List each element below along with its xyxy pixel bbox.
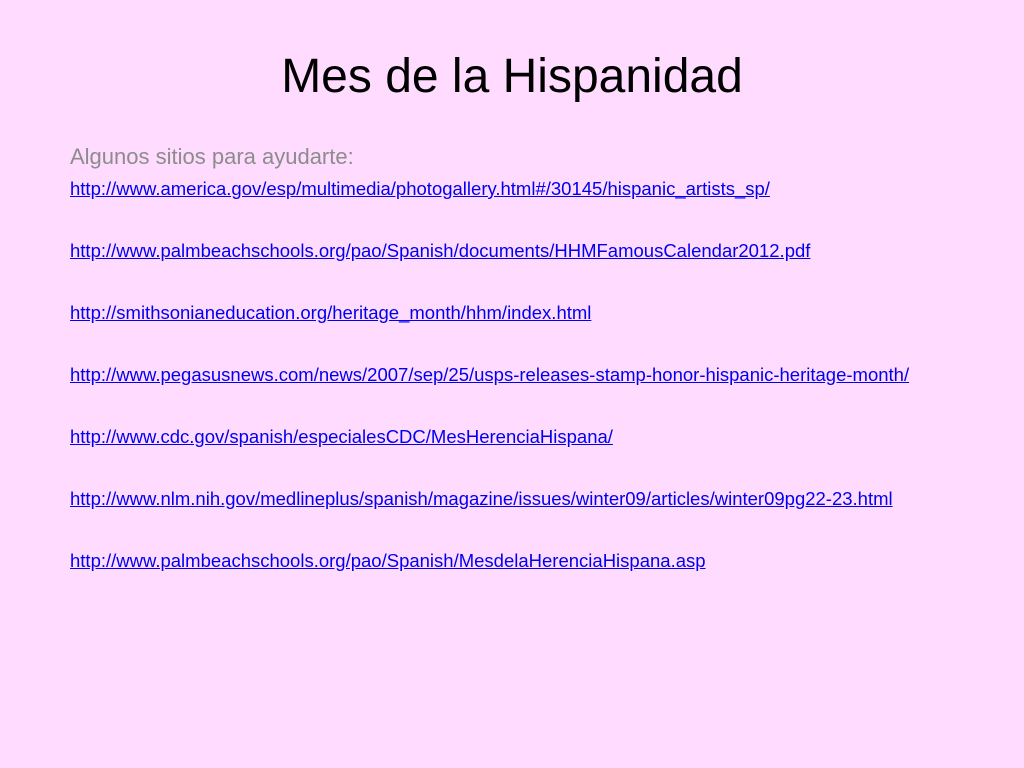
link-list: http://www.america.gov/esp/multimedia/ph… xyxy=(70,176,960,574)
list-item: http://www.pegasusnews.com/news/2007/sep… xyxy=(70,362,960,388)
link-palmbeach-calendar[interactable]: http://www.palmbeachschools.org/pao/Span… xyxy=(70,240,810,261)
list-item: http://smithsonianeducation.org/heritage… xyxy=(70,300,960,326)
slide-title: Mes de la Hispanidad xyxy=(281,50,743,103)
link-nlm-nih[interactable]: http://www.nlm.nih.gov/medlineplus/spani… xyxy=(70,488,893,509)
link-smithsonian[interactable]: http://smithsonianeducation.org/heritage… xyxy=(70,302,591,323)
link-cdc[interactable]: http://www.cdc.gov/spanish/especialesCDC… xyxy=(70,426,613,447)
list-item: http://www.palmbeachschools.org/pao/Span… xyxy=(70,548,960,574)
list-item: http://www.america.gov/esp/multimedia/ph… xyxy=(70,176,960,202)
slide-content: Algunos sitios para ayudarte: http://www… xyxy=(70,142,960,610)
list-item: http://www.nlm.nih.gov/medlineplus/spani… xyxy=(70,486,960,512)
link-america-gov[interactable]: http://www.america.gov/esp/multimedia/ph… xyxy=(70,178,770,199)
list-item: http://www.palmbeachschools.org/pao/Span… xyxy=(70,238,960,264)
slide: Mes de la Hispanidad Algunos sitios para… xyxy=(0,0,1024,768)
list-item: http://www.cdc.gov/spanish/especialesCDC… xyxy=(70,424,960,450)
intro-text: Algunos sitios para ayudarte: xyxy=(70,144,354,169)
link-pegasusnews[interactable]: http://www.pegasusnews.com/news/2007/sep… xyxy=(70,364,909,385)
link-palmbeach-herencia[interactable]: http://www.palmbeachschools.org/pao/Span… xyxy=(70,550,706,571)
